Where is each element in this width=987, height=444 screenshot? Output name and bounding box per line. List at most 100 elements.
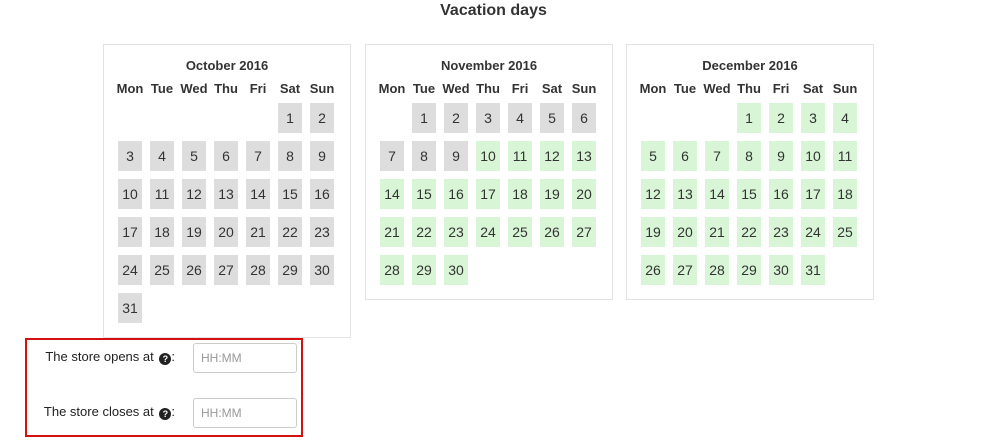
calendar-day[interactable]: 9 — [444, 141, 468, 171]
calendar-day[interactable]: 13 — [673, 179, 697, 209]
calendar-day[interactable]: 15 — [412, 179, 436, 209]
calendar-day[interactable]: 20 — [673, 217, 697, 247]
calendar-day[interactable]: 10 — [118, 179, 142, 209]
calendar-day[interactable]: 6 — [214, 141, 238, 171]
calendar-day[interactable]: 8 — [278, 141, 302, 171]
calendar-day[interactable]: 17 — [801, 179, 825, 209]
calendar-day[interactable]: 21 — [705, 217, 729, 247]
calendar-day[interactable]: 13 — [572, 141, 596, 171]
calendar-day[interactable]: 25 — [508, 217, 532, 247]
calendar-day[interactable]: 6 — [572, 103, 596, 133]
calendar-day[interactable]: 5 — [540, 103, 564, 133]
calendar-day[interactable]: 10 — [801, 141, 825, 171]
calendar-day[interactable]: 23 — [444, 217, 468, 247]
calendar-day[interactable]: 10 — [476, 141, 500, 171]
calendar-day[interactable]: 19 — [540, 179, 564, 209]
calendar-day[interactable]: 2 — [769, 103, 793, 133]
calendar-day[interactable]: 22 — [278, 217, 302, 247]
calendar-day[interactable]: 18 — [833, 179, 857, 209]
calendar-day[interactable]: 18 — [508, 179, 532, 209]
calendar-day[interactable]: 15 — [278, 179, 302, 209]
calendar-day[interactable]: 16 — [769, 179, 793, 209]
calendar-day[interactable]: 11 — [150, 179, 174, 209]
calendar-day[interactable]: 30 — [769, 255, 793, 285]
calendar-day[interactable]: 30 — [310, 255, 334, 285]
calendar-day[interactable]: 24 — [801, 217, 825, 247]
calendar-day[interactable]: 29 — [412, 255, 436, 285]
weekday-header: Thu — [737, 81, 761, 96]
calendar-day[interactable]: 18 — [150, 217, 174, 247]
calendar-day[interactable]: 14 — [246, 179, 270, 209]
calendar-day[interactable]: 17 — [476, 179, 500, 209]
calendar-day[interactable]: 11 — [833, 141, 857, 171]
question-circle-icon[interactable]: ? — [159, 353, 172, 365]
calendar-day[interactable]: 16 — [444, 179, 468, 209]
calendar-day[interactable]: 27 — [214, 255, 238, 285]
calendar-day[interactable]: 25 — [833, 217, 857, 247]
calendar-day[interactable]: 22 — [737, 217, 761, 247]
calendar-day[interactable]: 29 — [278, 255, 302, 285]
calendar-day[interactable]: 14 — [380, 179, 404, 209]
calendar-day[interactable]: 26 — [641, 255, 665, 285]
calendar-day[interactable]: 7 — [380, 141, 404, 171]
calendar-day[interactable]: 25 — [150, 255, 174, 285]
calendar-day[interactable]: 23 — [310, 217, 334, 247]
calendar-day[interactable]: 7 — [705, 141, 729, 171]
calendar-day[interactable]: 3 — [801, 103, 825, 133]
calendar-day[interactable]: 22 — [412, 217, 436, 247]
calendar-day[interactable]: 9 — [310, 141, 334, 171]
calendar-month-title: December 2016 — [702, 58, 798, 73]
calendar-day[interactable]: 13 — [214, 179, 238, 209]
calendar-day[interactable]: 11 — [508, 141, 532, 171]
calendar-day[interactable]: 21 — [246, 217, 270, 247]
calendar-day[interactable]: 27 — [673, 255, 697, 285]
calendar-day[interactable]: 3 — [476, 103, 500, 133]
calendar-day[interactable]: 2 — [444, 103, 468, 133]
calendar-day[interactable]: 4 — [508, 103, 532, 133]
calendar-day[interactable]: 1 — [278, 103, 302, 133]
calendar-november: November 2016 Mon Tue Wed Thu Fri Sat Sun 1 2 3 4 5 6… — [365, 44, 613, 300]
calendar-day[interactable]: 28 — [380, 255, 404, 285]
calendar-day[interactable]: 27 — [572, 217, 596, 247]
calendar-day[interactable]: 12 — [540, 141, 564, 171]
calendar-day[interactable]: 1 — [412, 103, 436, 133]
calendar-day[interactable]: 14 — [705, 179, 729, 209]
calendar-day[interactable]: 15 — [737, 179, 761, 209]
calendar-day[interactable]: 20 — [214, 217, 238, 247]
calendar-day[interactable]: 5 — [182, 141, 206, 171]
calendar-day[interactable]: 4 — [833, 103, 857, 133]
calendar-day[interactable]: 2 — [310, 103, 334, 133]
calendar-day[interactable]: 20 — [572, 179, 596, 209]
calendar-day[interactable]: 24 — [476, 217, 500, 247]
calendar-day[interactable]: 6 — [673, 141, 697, 171]
calendar-day[interactable]: 7 — [246, 141, 270, 171]
calendar-day[interactable]: 17 — [118, 217, 142, 247]
calendar-day[interactable]: 29 — [737, 255, 761, 285]
calendar-day[interactable]: 28 — [705, 255, 729, 285]
calendar-day[interactable]: 1 — [737, 103, 761, 133]
calendar-day[interactable]: 19 — [641, 217, 665, 247]
calendar-day[interactable]: 31 — [801, 255, 825, 285]
calendar-day[interactable]: 5 — [641, 141, 665, 171]
store-closes-input[interactable] — [193, 398, 297, 428]
calendar-day[interactable]: 21 — [380, 217, 404, 247]
calendar-day[interactable]: 24 — [118, 255, 142, 285]
calendar-day[interactable]: 12 — [641, 179, 665, 209]
calendar-day[interactable]: 31 — [118, 293, 142, 323]
question-circle-icon[interactable]: ? — [159, 408, 172, 420]
calendar-day[interactable]: 28 — [246, 255, 270, 285]
calendar-day[interactable]: 12 — [182, 179, 206, 209]
calendar-day[interactable]: 9 — [769, 141, 793, 171]
calendar-day[interactable]: 4 — [150, 141, 174, 171]
calendar-day[interactable]: 23 — [769, 217, 793, 247]
calendar-day[interactable]: 8 — [412, 141, 436, 171]
calendar-day[interactable]: 26 — [540, 217, 564, 247]
calendar-day[interactable]: 8 — [737, 141, 761, 171]
calendar-day[interactable]: 3 — [118, 141, 142, 171]
store-opens-input[interactable] — [193, 343, 297, 373]
weekday-header: Tue — [412, 81, 436, 96]
calendar-day[interactable]: 19 — [182, 217, 206, 247]
calendar-day[interactable]: 16 — [310, 179, 334, 209]
calendar-day[interactable]: 26 — [182, 255, 206, 285]
calendar-day[interactable]: 30 — [444, 255, 468, 285]
